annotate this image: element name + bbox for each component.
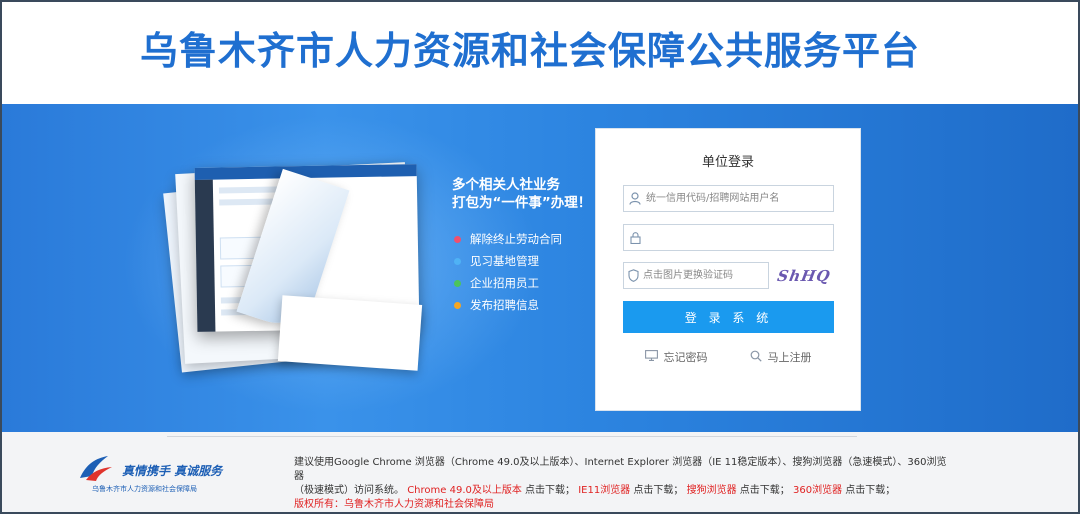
bullet-dot-icon (454, 301, 461, 309)
notice-text: （极速模式）访问系统。 (294, 485, 404, 496)
user-icon (624, 186, 646, 211)
password-field[interactable] (623, 224, 834, 251)
360-download-link[interactable]: 360浏览器 (793, 485, 842, 496)
header: 乌鲁木齐市人力资源和社会保障公共服务平台 (2, 2, 1078, 104)
shield-icon (624, 263, 643, 288)
bullet-dot-icon (454, 257, 461, 265)
forgot-password-link[interactable]: 忘记密码 (644, 349, 708, 365)
slogan-line-2: 打包为“一件事”办理！ (452, 195, 592, 211)
bullet-dot-icon (454, 279, 461, 287)
download-hint: 点击下载； (845, 485, 896, 496)
register-link[interactable]: 马上注册 (750, 349, 812, 365)
banner-slogan: 多个相关人社业务 打包为“一件事”办理！ (452, 176, 591, 212)
captcha-input[interactable] (643, 263, 768, 288)
lock-icon (624, 225, 646, 250)
site-title: 乌鲁木齐市人力资源和社会保障公共服务平台 (140, 29, 921, 73)
forgot-password-label: 忘记密码 (663, 351, 708, 364)
username-input[interactable] (646, 186, 833, 211)
login-panel: 单位登录 ShHQ 登 录 系 统 忘记密码 马上注册 (595, 128, 861, 411)
login-button[interactable]: 登 录 系 统 (623, 301, 834, 333)
feature-label: 发布招聘信息 (470, 298, 539, 312)
illustration-page-lower (277, 295, 423, 371)
download-hint: 点击下载； (633, 485, 684, 496)
monitor-icon (644, 350, 658, 364)
feature-list: 解除终止劳动合同 见习基地管理 企业招用员工 发布招聘信息 (454, 228, 562, 316)
notice-line-1: 建议使用Google Chrome 浏览器（Chrome 49.0及以上版本）、… (294, 457, 947, 482)
feature-label: 解除终止劳动合同 (470, 232, 562, 246)
browser-notice: 建议使用Google Chrome 浏览器（Chrome 49.0及以上版本）、… (294, 456, 954, 512)
footer-brand: 真情携手 真诚服务 乌鲁木齐市人力资源和社会保障局 (78, 454, 238, 498)
search-icon (750, 350, 762, 365)
username-field[interactable] (623, 185, 834, 212)
sogou-download-link[interactable]: 搜狗浏览器 (687, 485, 737, 496)
brand-swoosh-icon (80, 456, 112, 481)
brand-slogan: 真情携手 真诚服务 (122, 464, 223, 478)
login-links: 忘记密码 马上注册 (596, 349, 860, 365)
feature-item: 解除终止劳动合同 (454, 228, 562, 250)
slogan-line-1: 多个相关人社业务 (452, 177, 560, 193)
feature-label: 见习基地管理 (470, 254, 539, 268)
download-hint: 点击下载； (525, 485, 576, 496)
copyright: 版权所有：乌鲁木齐市人力资源和社会保障局 (294, 499, 494, 510)
footer-divider (167, 436, 857, 437)
register-label: 马上注册 (767, 351, 812, 364)
feature-item: 发布招聘信息 (454, 294, 562, 316)
captcha-image[interactable]: ShHQ (773, 265, 835, 287)
login-title: 单位登录 (701, 155, 754, 170)
notice-line-2: （极速模式）访问系统。 Chrome 49.0及以上版本 点击下载； IE11浏… (294, 484, 954, 498)
captcha-field[interactable] (623, 262, 769, 289)
bullet-dot-icon (454, 235, 461, 243)
feature-label: 企业招用员工 (470, 276, 539, 290)
feature-item: 企业招用员工 (454, 272, 562, 294)
chrome-download-link[interactable]: Chrome 49.0及以上版本 (407, 485, 522, 496)
ie-download-link[interactable]: IE11浏览器 (578, 485, 630, 496)
illustration-sidebar (194, 179, 216, 332)
download-hint: 点击下载； (739, 485, 790, 496)
password-input[interactable] (646, 225, 833, 250)
brand-org-name: 乌鲁木齐市人力资源和社会保障局 (92, 485, 197, 493)
footer: 真情携手 真诚服务 乌鲁木齐市人力资源和社会保障局 建议使用Google Chr… (2, 432, 1078, 512)
feature-item: 见习基地管理 (454, 250, 562, 272)
